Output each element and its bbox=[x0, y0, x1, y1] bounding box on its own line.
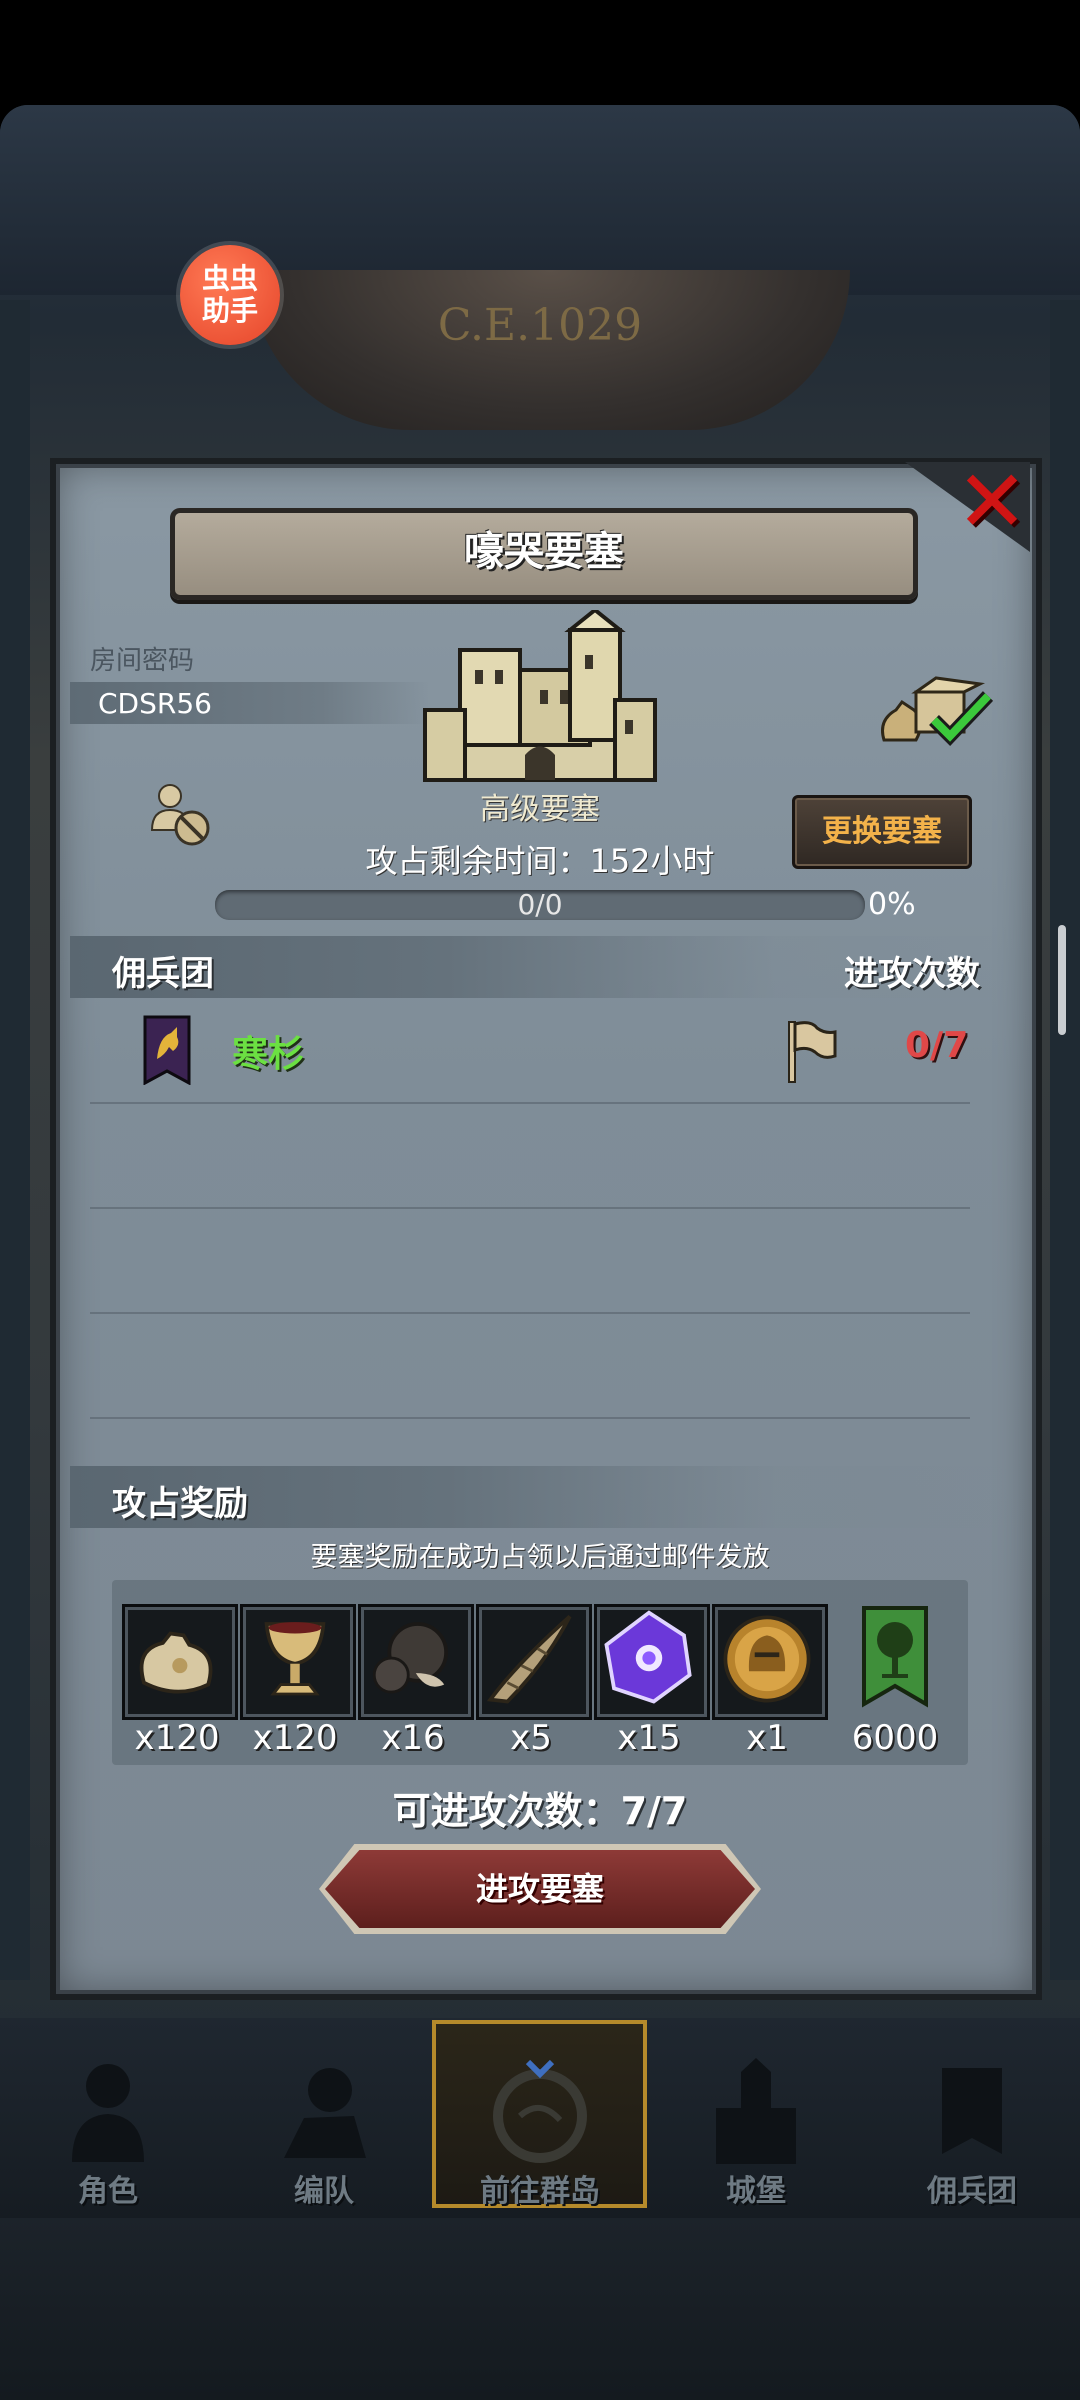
nav-item-islands[interactable]: 前往群岛 bbox=[432, 2018, 648, 2218]
room-code-label: 房间密码 bbox=[90, 646, 195, 676]
person-blocked-icon[interactable] bbox=[146, 780, 216, 850]
mercenary-section-title: 佣兵团 bbox=[112, 954, 214, 994]
reward-sack-icon[interactable] bbox=[122, 1604, 238, 1720]
attack-fortress-button[interactable]: 进攻要塞 bbox=[325, 1850, 755, 1928]
guild-attack-count: 0/7 bbox=[905, 1025, 969, 1066]
reward-tree-banner-icon[interactable] bbox=[860, 1604, 930, 1714]
nav-item-formation[interactable]: 编队 bbox=[216, 2018, 432, 2218]
nav-label: 前往群岛 bbox=[480, 2174, 600, 2209]
reward-qty: x16 bbox=[381, 1718, 445, 1758]
assistant-badge-button[interactable]: 虫虫 助手 bbox=[180, 245, 280, 345]
close-icon[interactable]: ✕ bbox=[956, 459, 1028, 545]
occupy-progress-text: 0/0 bbox=[517, 888, 563, 921]
guild-banner-icon bbox=[143, 1015, 191, 1085]
reward-qty: x15 bbox=[617, 1718, 681, 1758]
nav-item-mercenary[interactable]: 佣兵团 bbox=[864, 2018, 1080, 2218]
row-divider bbox=[90, 1207, 970, 1209]
reward-goblet-icon[interactable] bbox=[240, 1604, 356, 1720]
attack-count-header: 进攻次数 bbox=[844, 954, 980, 994]
occupy-time-remaining: 攻占剩余时间：152小时 bbox=[365, 842, 715, 880]
flag-icon bbox=[788, 1021, 837, 1083]
assistant-badge-label: 虫虫 助手 bbox=[201, 262, 258, 327]
castle-icon bbox=[423, 610, 657, 782]
reward-qty: 6000 bbox=[851, 1718, 939, 1758]
reward-qty: x120 bbox=[252, 1718, 338, 1758]
era-text: C.E.1029 bbox=[437, 300, 643, 351]
row-divider bbox=[90, 1417, 970, 1419]
character-icon bbox=[72, 2064, 144, 2162]
resources-check-icon[interactable] bbox=[876, 670, 996, 750]
rewards-strip: x120 x120 x16 x5 x15 x1 6000 bbox=[112, 1580, 968, 1765]
change-fortress-button[interactable]: 更换要塞 bbox=[792, 795, 972, 869]
reward-qty: x1 bbox=[746, 1718, 788, 1758]
available-attacks-label: 可进攻次数：7/7 bbox=[392, 1789, 688, 1833]
nav-label: 城堡 bbox=[726, 2174, 786, 2209]
mercenary-icon bbox=[942, 2068, 1002, 2154]
reward-truffle-icon[interactable] bbox=[358, 1604, 474, 1720]
nav-item-castle[interactable]: 城堡 bbox=[648, 2018, 864, 2218]
scrollbar[interactable] bbox=[1058, 925, 1066, 1035]
background-right-panel bbox=[1050, 300, 1080, 1980]
formation-icon bbox=[284, 2068, 366, 2158]
guild-name[interactable]: 寒杉 bbox=[232, 1025, 304, 1077]
fortress-level-label: 高级要塞 bbox=[480, 792, 600, 827]
islands-icon bbox=[493, 2059, 587, 2163]
nav-item-character[interactable]: 角色 bbox=[0, 2018, 216, 2218]
rewards-section-title: 攻占奖励 bbox=[112, 1484, 248, 1524]
reward-qty: x5 bbox=[510, 1718, 552, 1758]
dialog-title: 嚎哭要塞 bbox=[464, 529, 624, 575]
reward-knight-medal-icon[interactable] bbox=[712, 1604, 828, 1720]
row-divider bbox=[90, 1102, 970, 1104]
reward-purple-crystal-icon[interactable] bbox=[594, 1604, 710, 1720]
nav-label: 编队 bbox=[294, 2174, 354, 2209]
nav-label: 佣兵团 bbox=[927, 2174, 1017, 2209]
rewards-notice: 要塞奖励在成功占领以后通过邮件发放 bbox=[310, 1542, 770, 1573]
reward-horn-icon[interactable] bbox=[476, 1604, 592, 1720]
background-top bbox=[0, 105, 1080, 295]
bottom-background bbox=[0, 2218, 1080, 2400]
nav-label: 角色 bbox=[78, 2174, 138, 2209]
castle-nav-icon bbox=[716, 2058, 796, 2164]
row-divider bbox=[90, 1312, 970, 1314]
background-left-panel bbox=[0, 300, 30, 1980]
reward-qty: x120 bbox=[134, 1718, 220, 1758]
occupy-progress-percent: 0% bbox=[868, 887, 916, 922]
room-code-value: CDSR56 bbox=[98, 687, 212, 720]
